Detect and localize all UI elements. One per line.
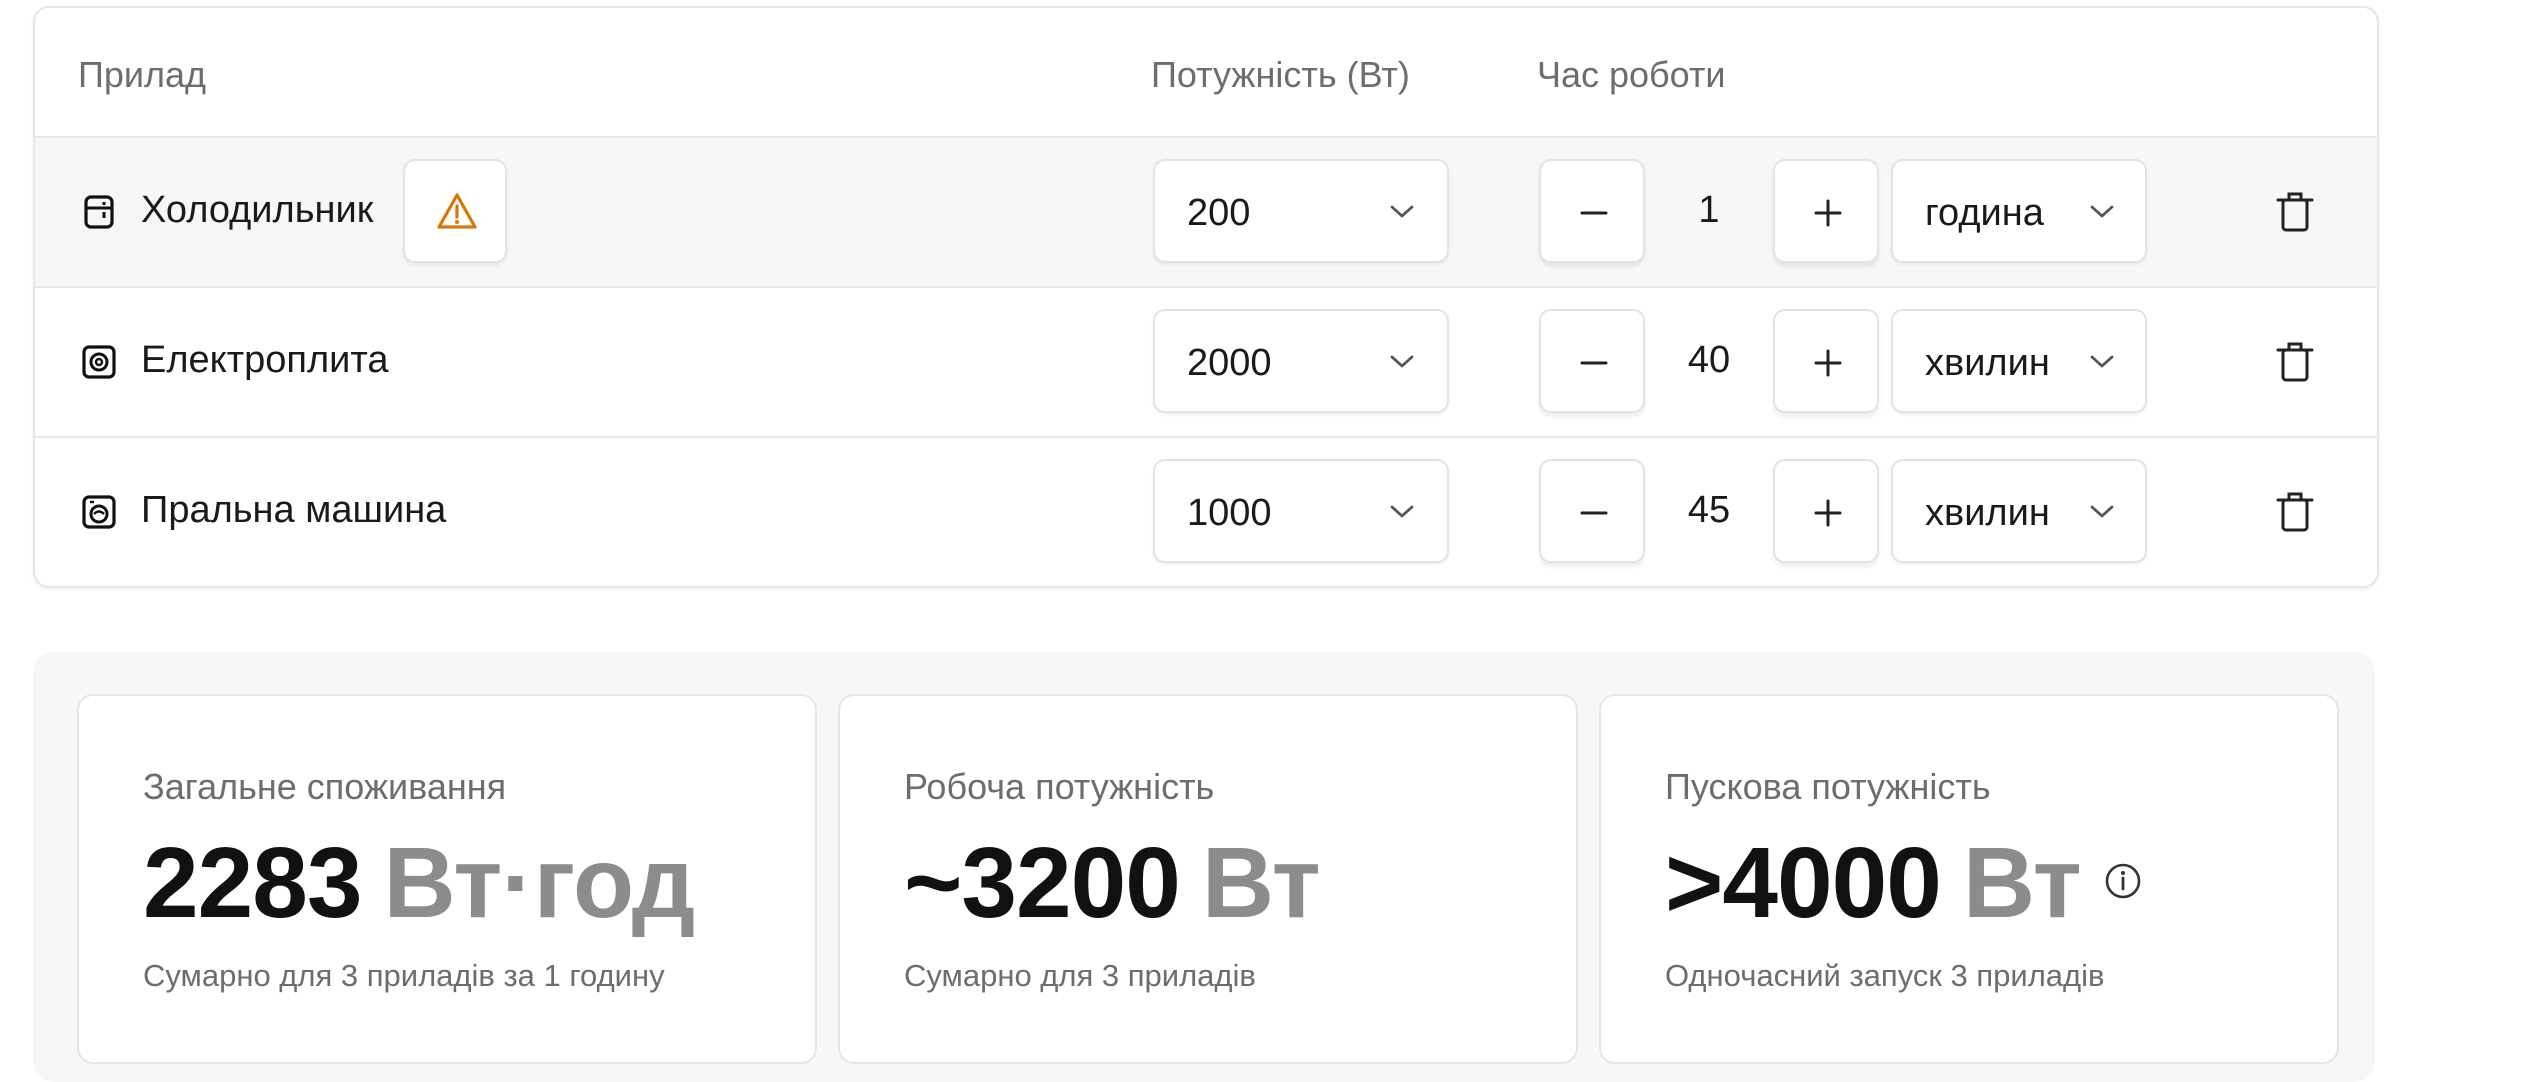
table-row: Пральна машина 1000 45 хвилин: [35, 438, 2377, 586]
chevron-down-icon: [2090, 205, 2114, 218]
stat-unit: Вт·год: [383, 827, 695, 939]
minus-icon: [1580, 511, 1608, 515]
trash-icon[interactable]: [2271, 338, 2319, 386]
header-time: Час роботи: [1537, 54, 1726, 95]
minus-icon: [1580, 361, 1608, 365]
increment-button[interactable]: [1773, 159, 1879, 263]
warning-button[interactable]: [403, 159, 507, 263]
warning-icon: [437, 193, 477, 229]
stat-value: 2283 Вт·год: [143, 826, 695, 941]
plus-icon: [1814, 199, 1842, 227]
time-unit: хвилин: [1925, 342, 2050, 384]
stat-caption: Сумарно для 3 приладів за 1 годину: [143, 958, 665, 993]
power-value: 1000: [1187, 492, 1272, 534]
power-select[interactable]: 1000: [1153, 459, 1449, 563]
time-value: 1: [1698, 189, 1720, 231]
table-row: Холодильник 200 1 година: [35, 138, 2377, 288]
device-name: Пральна машина: [141, 489, 447, 531]
increment-button[interactable]: [1773, 459, 1879, 563]
minus-icon: [1580, 211, 1608, 215]
stat-caption: Сумарно для 3 приладів: [904, 958, 1256, 993]
starting-power-card: Пускова потужність >4000 Вт Одночасний за…: [1599, 694, 2339, 1064]
trash-icon[interactable]: [2271, 488, 2319, 536]
stat-label: Пускова потужність: [1665, 766, 1991, 807]
power-value: 200: [1187, 192, 1251, 234]
time-value: 40: [1687, 339, 1731, 381]
stat-label: Загальне споживання: [143, 766, 507, 807]
power-select[interactable]: 200: [1153, 159, 1449, 263]
total-consumption-card: Загальне споживання 2283 Вт·год Сумарно д…: [77, 694, 817, 1064]
time-unit: година: [1925, 192, 2044, 234]
info-icon[interactable]: [2103, 861, 2143, 901]
plus-icon: [1814, 349, 1842, 377]
chevron-down-icon: [2090, 505, 2114, 518]
appliance-table: Прилад Потужність (Вт) Час роботи Холоди…: [33, 6, 2379, 588]
power-value: 2000: [1187, 342, 1272, 384]
chevron-down-icon: [1390, 205, 1414, 218]
fridge-icon: [84, 195, 114, 229]
table-row: Електроплита 2000 40 хвилин: [35, 288, 2377, 438]
power-select[interactable]: 2000: [1153, 309, 1449, 413]
trash-icon[interactable]: [2271, 188, 2319, 236]
time-unit-select[interactable]: година: [1891, 159, 2147, 263]
chevron-down-icon: [2090, 355, 2114, 368]
stove-icon: [82, 345, 116, 379]
header-power: Потужність (Вт): [1151, 54, 1410, 95]
table-header: Прилад Потужність (Вт) Час роботи: [35, 8, 2377, 138]
time-unit: хвилин: [1925, 492, 2050, 534]
time-unit-select[interactable]: хвилин: [1891, 309, 2147, 413]
stat-value: >4000 Вт: [1665, 826, 2143, 941]
plus-icon: [1814, 499, 1842, 527]
working-power-card: Робоча потужність ~3200 Вт Сумарно для 3 …: [838, 694, 1578, 1064]
stat-caption: Одночасний запуск 3 приладів: [1665, 958, 2105, 993]
summary-panel: Загальне споживання 2283 Вт·год Сумарно д…: [33, 652, 2375, 1082]
chevron-down-icon: [1390, 355, 1414, 368]
device-name: Електроплита: [141, 339, 389, 381]
stat-number: ~3200: [904, 827, 1181, 939]
chevron-down-icon: [1390, 505, 1414, 518]
stat-label: Робоча потужність: [904, 766, 1215, 807]
stat-number: >4000: [1665, 827, 1942, 939]
stat-value: ~3200 Вт: [904, 826, 1321, 941]
stat-number: 2283: [143, 827, 362, 939]
time-unit-select[interactable]: хвилин: [1891, 459, 2147, 563]
decrement-button[interactable]: [1539, 309, 1645, 413]
device-name: Холодильник: [141, 189, 374, 231]
washing-machine-icon: [82, 495, 116, 529]
decrement-button[interactable]: [1539, 459, 1645, 563]
stat-unit: Вт: [1201, 827, 1321, 939]
decrement-button[interactable]: [1539, 159, 1645, 263]
header-device: Прилад: [78, 54, 207, 95]
time-value: 45: [1687, 489, 1731, 531]
stat-unit: Вт: [1962, 827, 2082, 939]
increment-button[interactable]: [1773, 309, 1879, 413]
